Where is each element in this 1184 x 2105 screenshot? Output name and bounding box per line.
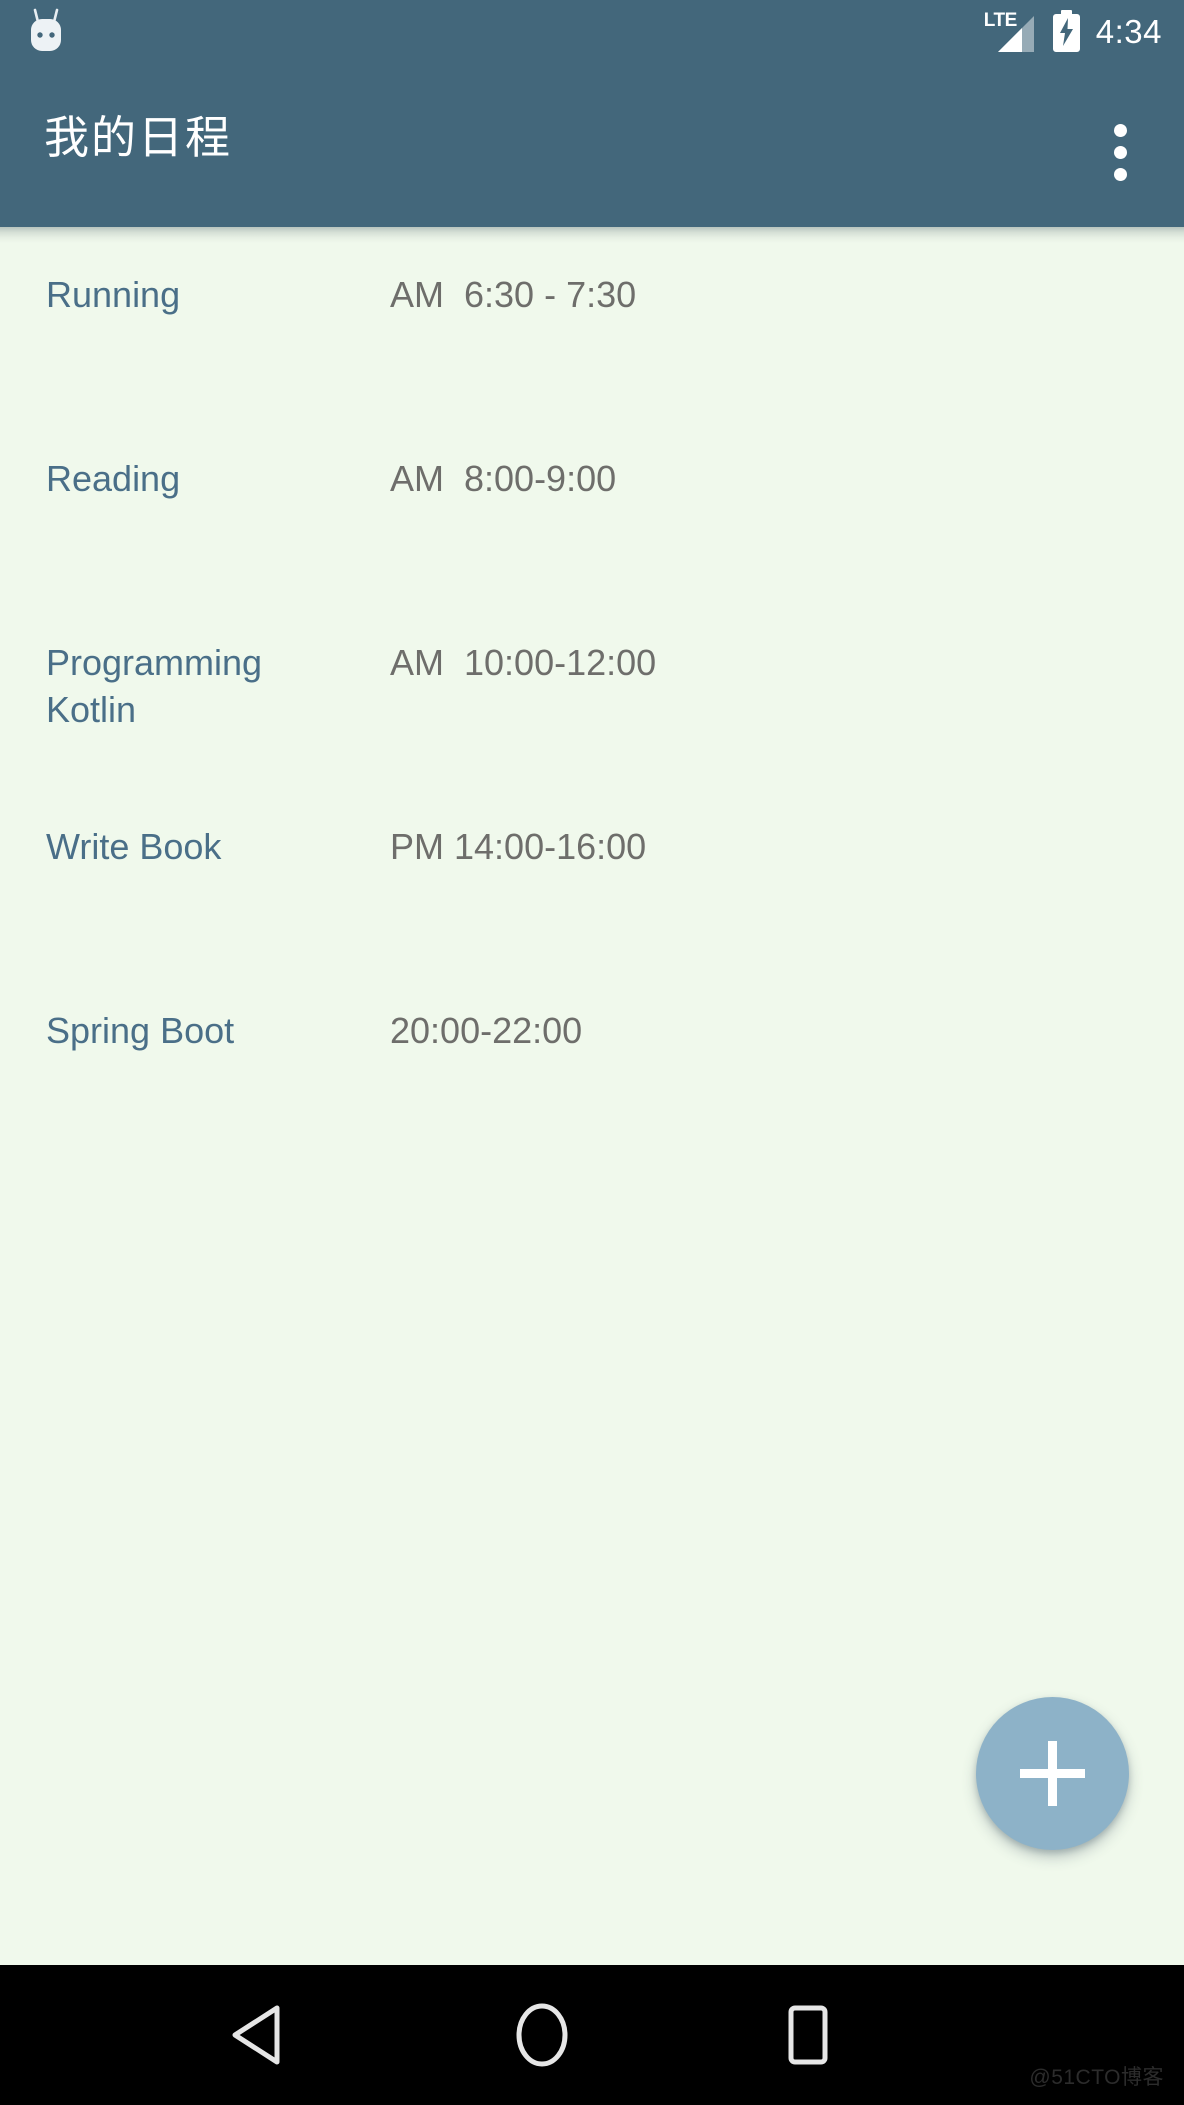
overflow-dot [1113,145,1127,159]
table-row[interactable]: Reading AM 8:00-9:00 [0,427,1184,611]
app-bar-shadow [0,227,1184,243]
android-head-icon [31,8,61,51]
table-row[interactable]: Programming Kotlin AM 10:00-12:00 [0,611,1184,795]
back-triangle-icon[interactable] [158,1965,358,2105]
schedule-item-title: Running [46,274,181,315]
battery-charging-icon [1052,10,1080,52]
home-circle-icon[interactable] [442,1965,642,2105]
recents-square-icon[interactable] [708,1965,908,2105]
overflow-dot [1113,123,1127,137]
signal-bars-icon: LTE [984,10,1040,52]
schedule-item-title: Write Book [46,826,222,867]
schedule-item-time: AM 6:30 - 7:30 [390,274,637,315]
overflow-dot [1113,167,1127,181]
signal-triangle-filled [997,28,1022,52]
plus-icon-vertical [1048,1741,1057,1806]
app-bar: 我的日程 [0,62,1184,227]
table-row[interactable]: Running AM 6:30 - 7:30 [0,243,1184,427]
overflow-menu-icon[interactable] [1080,112,1160,192]
table-row[interactable]: Spring Boot 20:00-22:00 [0,979,1184,1163]
system-navigation-bar [0,1965,1184,2105]
add-schedule-fab[interactable] [976,1697,1129,1850]
schedule-item-title: Spring Boot [46,1010,235,1051]
status-icons-group: LTE 4:34 [984,0,1162,62]
schedule-item-time: 20:00-22:00 [390,1010,583,1051]
schedule-item-title: Programming Kotlin [46,642,263,730]
status-bar: LTE 4:34 [0,0,1184,62]
watermark: @51CTO博客 [1029,2066,1164,2089]
schedule-list: Running AM 6:30 - 7:30 Reading AM 8:00-9… [0,243,1184,1163]
status-bar-clock: 4:34 [1095,12,1162,50]
table-row[interactable]: Write Book PM 14:00-16:00 [0,795,1184,979]
charging-bolt-icon [1059,18,1073,46]
phone-screen: LTE 4:34 我的日程 Running AM 6:30 - 7:30 Rea… [0,0,1184,2105]
schedule-item-time: PM 14:00-16:00 [390,826,647,867]
schedule-item-time: AM 10:00-12:00 [390,642,657,683]
schedule-item-title: Reading [46,458,181,499]
page-title: 我的日程 [44,112,233,163]
schedule-item-time: AM 8:00-9:00 [390,458,617,499]
